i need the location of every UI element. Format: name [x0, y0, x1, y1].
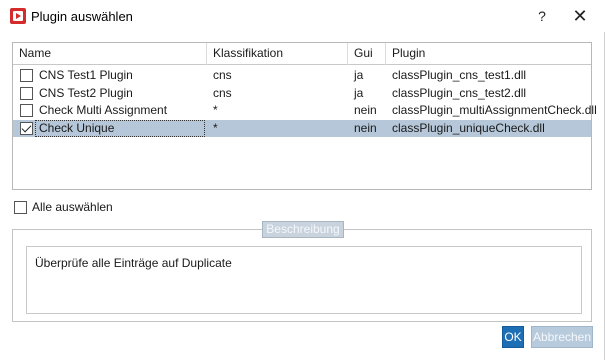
cell-gui: ja — [354, 85, 364, 100]
row-checkbox[interactable] — [20, 69, 33, 82]
cell-klassifikation: cns — [213, 68, 232, 82]
description-group-title: Beschreibung — [262, 221, 344, 238]
cell-plugin: classPlugin_cns_test2.dll — [392, 85, 527, 100]
table-row[interactable]: CNS Test1 Plugin cns ja classPlugin_cns_tes… — [13, 67, 591, 84]
cell-klassifikation: * — [213, 103, 218, 117]
column-header-gui[interactable]: Gui — [348, 43, 386, 65]
cell-name: Check Multi Assignment — [39, 103, 168, 117]
cell-plugin: classPlugin_multiAssignmentCheck.dll — [392, 103, 597, 117]
column-header-plugin[interactable]: Plugin — [386, 43, 591, 65]
help-button[interactable]: ? — [530, 4, 554, 28]
plugin-dialog: Plugin auswählen ? ✕ Name Klassifikation… — [0, 0, 605, 360]
cancel-button[interactable]: Abbrechen — [531, 326, 593, 348]
table-row[interactable]: CNS Test2 Plugin cns ja classPlugin_cns_tes… — [13, 85, 591, 102]
table-row[interactable]: Check Unique * nein classPlugin_uniqueCheck… — [13, 119, 591, 137]
select-all-box[interactable] — [14, 201, 27, 214]
row-checkbox[interactable] — [20, 121, 33, 135]
cell-plugin: classPlugin_uniqueCheck.dll — [392, 120, 545, 135]
cell-klassifikation: cns — [213, 85, 232, 100]
table-header: Name Klassifikation Gui Plugin — [13, 43, 591, 65]
cell-gui: nein — [354, 120, 377, 135]
column-header-klassifikation[interactable]: Klassifikation — [207, 43, 348, 65]
select-all-label: Alle auswählen — [32, 200, 113, 214]
cell-plugin: classPlugin_cns_test1.dll — [392, 68, 527, 82]
table-row[interactable]: Check Multi Assignment * nein classPlugin_m… — [13, 102, 597, 119]
cell-klassifikation: * — [213, 120, 218, 135]
description-text: Überprüfe alle Einträge auf Duplicate — [35, 256, 232, 270]
app-logo-icon — [10, 8, 26, 24]
cell-name: CNS Test2 Plugin — [39, 85, 133, 100]
plugin-table: Name Klassifikation Gui Plugin CNS Test1… — [12, 42, 597, 190]
cell-gui: nein — [354, 103, 377, 117]
window-title: Plugin auswählen — [31, 9, 133, 24]
row-checkbox[interactable] — [20, 104, 33, 117]
column-header-name[interactable]: Name — [13, 43, 207, 65]
cell-name: CNS Test1 Plugin — [39, 68, 133, 82]
cell-name: Check Unique — [39, 120, 115, 135]
description-box: Überprüfe alle Einträge auf Duplicate — [26, 246, 582, 314]
row-checkbox[interactable] — [20, 86, 33, 100]
close-icon[interactable]: ✕ — [566, 4, 594, 28]
ok-button[interactable]: OK — [502, 326, 524, 348]
cell-gui: ja — [354, 68, 364, 82]
title-bar: Plugin auswählen ? ✕ — [0, 0, 605, 32]
